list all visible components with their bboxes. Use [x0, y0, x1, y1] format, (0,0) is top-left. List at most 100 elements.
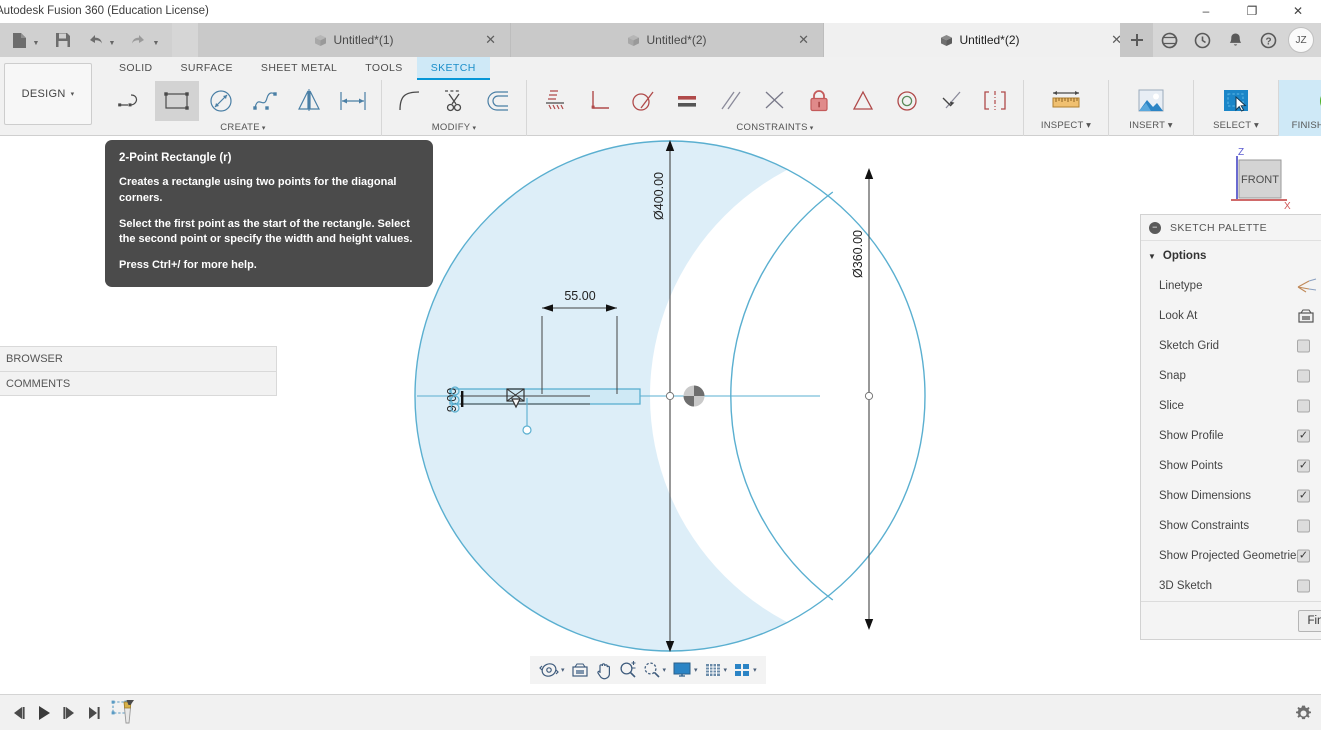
- orbit-button[interactable]: ▾: [536, 656, 568, 684]
- panel-label-modify[interactable]: MODIFY ▾: [388, 122, 520, 136]
- collinear-constraint-icon[interactable]: [885, 81, 929, 121]
- palette-finish-button[interactable]: Fini: [1298, 609, 1321, 632]
- symmetry-constraint-icon[interactable]: [973, 81, 1017, 121]
- perpendicular-constraint-icon[interactable]: [577, 81, 621, 121]
- chevron-down-icon[interactable]: ▾: [694, 666, 698, 674]
- panel-label-constraints[interactable]: CONSTRAINTS ▾: [533, 122, 1017, 136]
- fillet-icon[interactable]: [388, 81, 432, 121]
- sketch-palette-header[interactable]: − SKETCH PALETTE: [1141, 215, 1321, 241]
- sketch-dimension-icon[interactable]: [331, 81, 375, 121]
- add-tab-button[interactable]: [1120, 23, 1153, 57]
- zoom-window-button[interactable]: ▾: [640, 656, 670, 684]
- line-icon[interactable]: [111, 81, 155, 121]
- sketch-canvas[interactable]: Ø400.00 Ø360.00 55.00 9.00 2-Point Recta…: [0, 136, 1321, 694]
- chevron-down-icon[interactable]: ▾: [753, 666, 757, 674]
- show-points-checkbox[interactable]: [1297, 459, 1310, 473]
- step-forward-icon[interactable]: [56, 695, 81, 730]
- palette-row-snap[interactable]: Snap: [1141, 361, 1321, 391]
- ribbon-tab-sketch[interactable]: SKETCH: [416, 57, 490, 80]
- parallel-constraint-icon[interactable]: [709, 81, 753, 121]
- step-backward-icon[interactable]: [6, 695, 31, 730]
- document-tab-close-icon[interactable]: ✕: [798, 32, 809, 48]
- finish-sketch-button[interactable]: FINISH SKETCH ▾: [1279, 80, 1321, 136]
- offset-icon[interactable]: [476, 81, 520, 121]
- three-d-sketch-checkbox[interactable]: [1297, 579, 1310, 593]
- tangent-constraint-icon[interactable]: [621, 81, 665, 121]
- palette-row-show-projected-geometries[interactable]: Show Projected Geometries: [1141, 541, 1321, 571]
- show-projected-geometries-checkbox[interactable]: [1297, 549, 1310, 563]
- chevron-down-icon[interactable]: ▾: [561, 666, 565, 674]
- horizontal-vertical-constraint-icon[interactable]: [533, 81, 577, 121]
- viewports-button[interactable]: ▾: [730, 656, 760, 684]
- ribbon-tab-tools[interactable]: TOOLS: [351, 57, 416, 80]
- circle-center-diameter-icon[interactable]: [199, 81, 243, 121]
- show-dimensions-checkbox[interactable]: [1297, 489, 1310, 503]
- insert-button[interactable]: INSERT ▾: [1115, 80, 1187, 136]
- look-at-button[interactable]: [568, 656, 592, 684]
- undo-icon[interactable]: [84, 28, 106, 52]
- sketch-grid-checkbox[interactable]: [1297, 339, 1310, 353]
- concentric-constraint-icon[interactable]: [841, 81, 885, 121]
- two-point-rectangle-icon[interactable]: [155, 81, 199, 121]
- palette-row-3d-sketch[interactable]: 3D Sketch: [1141, 571, 1321, 601]
- document-tab-2[interactable]: Untitled*(2) ✕: [511, 23, 824, 57]
- midpoint-constraint-icon[interactable]: [753, 81, 797, 121]
- minimize-button[interactable]: –: [1183, 0, 1229, 23]
- trim-icon[interactable]: [432, 81, 476, 121]
- close-button[interactable]: ✕: [1275, 0, 1321, 23]
- comments-header[interactable]: COMMENTS: [0, 371, 277, 396]
- fix-unfix-constraint-icon[interactable]: [797, 81, 841, 121]
- sketch-rectangle[interactable]: [449, 388, 641, 405]
- redo-icon[interactable]: [128, 28, 150, 52]
- linetype-icon[interactable]: [1297, 278, 1321, 294]
- palette-row-show-profile[interactable]: Show Profile: [1141, 421, 1321, 451]
- sketch-feature-icon[interactable]: [106, 695, 140, 730]
- job-status-icon[interactable]: [1186, 23, 1219, 57]
- spline-icon[interactable]: [243, 81, 287, 121]
- curvature-constraint-icon[interactable]: [929, 81, 973, 121]
- chevron-down-icon[interactable]: ▾: [663, 666, 667, 674]
- gear-icon[interactable]: [1294, 704, 1313, 728]
- snap-checkbox[interactable]: [1297, 369, 1310, 383]
- display-settings-button[interactable]: ▾: [669, 656, 701, 684]
- maximize-button[interactable]: ❐: [1229, 0, 1275, 23]
- user-avatar[interactable]: JZ: [1288, 27, 1314, 53]
- undo-caret-icon[interactable]: ▼: [106, 28, 118, 52]
- show-profile-checkbox[interactable]: [1297, 429, 1310, 443]
- document-tab-1[interactable]: Untitled*(1) ✕: [198, 23, 511, 57]
- palette-row-slice[interactable]: Slice: [1141, 391, 1321, 421]
- new-file-icon[interactable]: [8, 28, 30, 52]
- workspace-switcher[interactable]: DESIGN ▾: [4, 63, 92, 125]
- pan-button[interactable]: [592, 656, 616, 684]
- view-cube[interactable]: FRONT Z X: [1221, 146, 1291, 216]
- inspect-button[interactable]: INSPECT ▾: [1030, 80, 1102, 136]
- panel-label-create[interactable]: CREATE ▾: [111, 122, 375, 136]
- grid-snaps-button[interactable]: ▾: [701, 656, 731, 684]
- redo-caret-icon[interactable]: ▼: [150, 28, 162, 52]
- chevron-down-icon[interactable]: ▾: [724, 666, 728, 674]
- ribbon-tab-sheet-metal[interactable]: SHEET METAL: [247, 57, 351, 80]
- collapse-icon[interactable]: −: [1149, 221, 1161, 234]
- options-section-header[interactable]: ▼ Options: [1141, 241, 1321, 271]
- palette-row-linetype[interactable]: Linetype: [1141, 271, 1321, 301]
- mirror-icon[interactable]: [287, 81, 331, 121]
- look-at-icon[interactable]: [1297, 308, 1321, 324]
- palette-row-look-at[interactable]: Look At: [1141, 301, 1321, 331]
- ribbon-tab-solid[interactable]: SOLID: [105, 57, 167, 80]
- new-file-caret-icon[interactable]: ▼: [30, 28, 42, 52]
- extensions-icon[interactable]: [1153, 23, 1186, 57]
- select-button[interactable]: SELECT ▾: [1200, 80, 1272, 136]
- document-tab-3-active[interactable]: Untitled*(2) ✕: [824, 23, 1137, 57]
- slice-checkbox[interactable]: [1297, 399, 1310, 413]
- zoom-button[interactable]: [616, 656, 640, 684]
- palette-row-show-points[interactable]: Show Points: [1141, 451, 1321, 481]
- browser-header[interactable]: BROWSER: [0, 346, 277, 371]
- save-icon[interactable]: [52, 28, 74, 52]
- equal-constraint-icon[interactable]: [665, 81, 709, 121]
- ribbon-tab-surface[interactable]: SURFACE: [167, 57, 247, 80]
- palette-row-sketch-grid[interactable]: Sketch Grid: [1141, 331, 1321, 361]
- notifications-icon[interactable]: [1219, 23, 1252, 57]
- go-to-end-icon[interactable]: [81, 695, 106, 730]
- palette-row-show-constraints[interactable]: Show Constraints: [1141, 511, 1321, 541]
- show-constraints-checkbox[interactable]: [1297, 519, 1310, 533]
